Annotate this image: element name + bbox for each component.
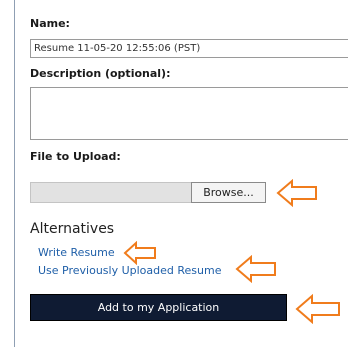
left-border xyxy=(14,0,15,347)
name-input[interactable]: Resume 11-05-20 12:55:06 (PST) xyxy=(30,39,348,58)
use-previous-resume-link[interactable]: Use Previously Uploaded Resume xyxy=(38,264,222,277)
name-label: Name: xyxy=(30,17,70,30)
left-arrow-icon xyxy=(123,241,156,265)
file-upload-label: File to Upload: xyxy=(30,150,121,163)
browse-button[interactable]: Browse... xyxy=(191,182,266,203)
left-arrow-icon xyxy=(235,255,276,283)
description-textarea[interactable] xyxy=(30,87,348,140)
left-arrow-icon xyxy=(276,179,317,207)
upload-resume-form: Name: Resume 11-05-20 12:55:06 (PST) Des… xyxy=(0,0,348,347)
description-label: Description (optional): xyxy=(30,67,171,80)
add-to-application-button[interactable]: Add to my Application xyxy=(30,294,287,321)
write-resume-link[interactable]: Write Resume xyxy=(38,246,115,259)
left-arrow-icon xyxy=(295,294,340,324)
alternatives-heading: Alternatives xyxy=(30,221,115,237)
